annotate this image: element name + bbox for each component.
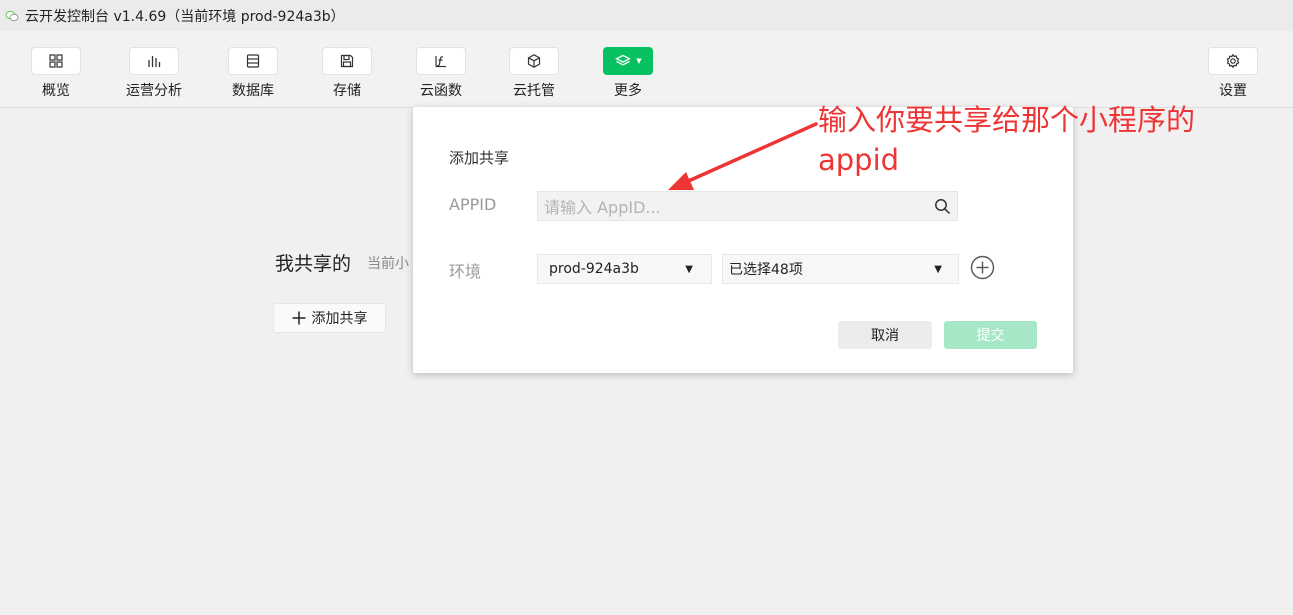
dialog-title: 添加共享 (449, 149, 510, 167)
cube-icon[interactable] (509, 47, 559, 75)
caret-down-icon: ▼ (636, 57, 642, 65)
toolbar-label: 数据库 (232, 83, 274, 99)
annotation-text: 输入你要共享给那个小程序的appid (818, 103, 1196, 177)
scope-select-value: 已选择48项 (729, 262, 803, 278)
env-select[interactable]: prod-924a3b ▼ (537, 254, 712, 284)
search-icon[interactable] (934, 198, 951, 215)
toolbar-storage[interactable]: 存储 (307, 47, 387, 100)
bar-chart-icon[interactable] (129, 47, 179, 75)
plus-icon (292, 311, 306, 325)
env-label: 环境 (449, 262, 482, 281)
more-dropdown-button[interactable]: ▼ (603, 47, 653, 75)
window-title: 云开发控制台 v1.4.69（当前环境 prod-924a3b） (25, 8, 345, 25)
storage-save-icon[interactable] (322, 47, 372, 75)
toolbar-analytics[interactable]: 运营分析 (114, 47, 194, 100)
overview-grid-icon[interactable] (31, 47, 81, 75)
caret-down-icon: ▼ (685, 263, 693, 275)
appid-field[interactable] (537, 191, 958, 222)
toolbar-settings[interactable]: 设置 (1193, 47, 1273, 100)
toolbar-functions[interactable]: 云函数 (401, 47, 481, 100)
toolbar-label: 设置 (1219, 83, 1247, 99)
toolbar-cloud-hosting[interactable]: 云托管 (494, 47, 574, 100)
caret-down-icon: ▼ (934, 263, 942, 275)
submit-button[interactable]: 提交 (944, 321, 1037, 349)
toolbar-label: 云函数 (420, 83, 462, 99)
wechat-devtools-icon (5, 9, 19, 23)
toolbar-overview[interactable]: 概览 (16, 47, 96, 100)
add-share-button[interactable]: 添加共享 (273, 303, 386, 333)
env-select-value: prod-924a3b (549, 261, 639, 277)
toolbar-more[interactable]: ▼ 更多 (588, 47, 668, 100)
function-icon[interactable] (416, 47, 466, 75)
toolbar-database[interactable]: 数据库 (213, 47, 293, 100)
shared-by-me-heading: 我共享的 (275, 253, 352, 275)
gear-icon[interactable] (1208, 47, 1258, 75)
database-icon[interactable] (228, 47, 278, 75)
toolbar-label: 更多 (614, 83, 642, 99)
toolbar-label: 概览 (42, 83, 70, 99)
toolbar-label: 运营分析 (126, 83, 182, 99)
scope-select[interactable]: 已选择48项 ▼ (722, 254, 959, 284)
appid-input[interactable] (538, 192, 926, 222)
add-env-circle-icon[interactable] (970, 255, 995, 280)
appid-label: APPID (449, 195, 497, 214)
layers-icon (614, 54, 632, 68)
cancel-button[interactable]: 取消 (838, 321, 932, 349)
toolbar-label: 存储 (333, 83, 361, 99)
shared-subtitle: 当前小 (367, 256, 409, 272)
title-bar: 云开发控制台 v1.4.69（当前环境 prod-924a3b） (0, 0, 1293, 31)
toolbar-label: 云托管 (513, 83, 555, 99)
main-toolbar: 概览 运营分析 数据库 存储 云函数 云托管 ▼ 更多 设置 (0, 31, 1293, 108)
add-share-label: 添加共享 (311, 311, 368, 327)
